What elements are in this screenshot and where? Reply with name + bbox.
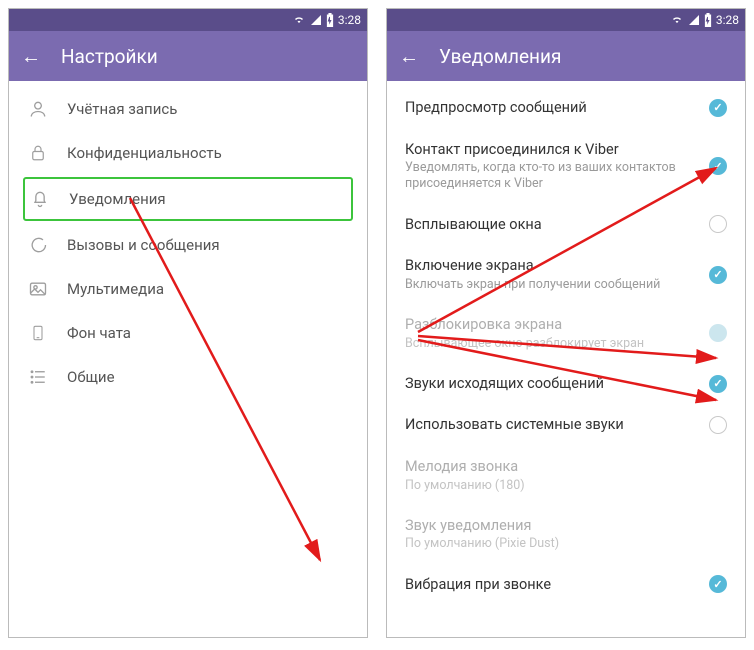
status-time: 3:28 <box>338 13 361 27</box>
lock-icon <box>27 142 49 164</box>
item-label: Мультимедиа <box>67 280 164 298</box>
item-general[interactable]: Общие <box>9 355 367 399</box>
status-bar: 3:28 <box>9 9 367 31</box>
checkbox[interactable] <box>709 157 727 175</box>
checkbox[interactable] <box>709 266 727 284</box>
setting-subtitle: Уведомлять, когда кто-то из ваших контак… <box>405 160 699 193</box>
item-media[interactable]: Мультимедиа <box>9 267 367 311</box>
item-notifications[interactable]: Уведомления <box>23 177 353 221</box>
settings-list: Учётная запись Конфиденциальность Уведом… <box>9 81 367 405</box>
checkbox[interactable] <box>709 375 727 393</box>
list-icon <box>27 366 49 388</box>
user-icon <box>27 98 49 120</box>
setting-system-sounds[interactable]: Использовать системные звуки <box>387 404 745 446</box>
wifi-icon <box>292 14 306 26</box>
setting-unlock: Разблокировка экрана Всплывающее окно ра… <box>387 304 745 363</box>
item-label: Общие <box>67 368 115 386</box>
setting-title: Использовать системные звуки <box>405 415 699 435</box>
bell-icon <box>29 188 51 210</box>
phone-notifications: 3:28 ← Уведомления Предпросмотр сообщени… <box>386 8 746 638</box>
setting-title: Звуки исходящих сообщений <box>405 374 699 394</box>
page-title: Уведомления <box>439 45 561 68</box>
setting-ringtone: Мелодия звонка По умолчанию (180) <box>387 446 745 505</box>
setting-outgoing-sounds[interactable]: Звуки исходящих сообщений <box>387 363 745 405</box>
status-time: 3:28 <box>716 13 739 27</box>
item-account[interactable]: Учётная запись <box>9 87 367 131</box>
item-calls[interactable]: Вызовы и сообщения <box>9 223 367 267</box>
checkbox <box>709 324 727 342</box>
phone-settings: 3:28 ← Настройки Учётная запись Конфиден… <box>8 8 368 638</box>
item-label: Конфиденциальность <box>67 144 222 162</box>
setting-subtitle: По умолчанию (Pixie Dust) <box>405 536 717 552</box>
image-icon <box>27 278 49 300</box>
wifi-icon <box>670 14 684 26</box>
status-bar: 3:28 <box>387 9 745 31</box>
checkbox[interactable] <box>709 99 727 117</box>
back-icon[interactable]: ← <box>21 44 41 69</box>
setting-title: Звук уведомления <box>405 516 717 536</box>
setting-title: Вибрация при звонке <box>405 575 699 595</box>
setting-subtitle: По умолчанию (180) <box>405 478 717 494</box>
checkbox[interactable] <box>709 416 727 434</box>
item-label: Вызовы и сообщения <box>67 236 220 254</box>
setting-call-vibrate[interactable]: Вибрация при звонке <box>387 564 745 606</box>
item-privacy[interactable]: Конфиденциальность <box>9 131 367 175</box>
setting-title: Предпросмотр сообщений <box>405 98 699 118</box>
item-label: Фон чата <box>67 324 131 342</box>
setting-popups[interactable]: Всплывающие окна <box>387 204 745 246</box>
phone-frame-icon <box>27 322 49 344</box>
checkbox[interactable] <box>709 575 727 593</box>
page-title: Настройки <box>61 45 158 68</box>
signal-icon <box>310 14 322 26</box>
setting-title: Мелодия звонка <box>405 457 717 477</box>
item-label: Уведомления <box>69 190 166 208</box>
setting-preview[interactable]: Предпросмотр сообщений <box>387 87 745 129</box>
battery-icon <box>704 13 712 27</box>
item-background[interactable]: Фон чата <box>9 311 367 355</box>
setting-title: Разблокировка экрана <box>405 315 699 335</box>
app-bar: ← Настройки <box>9 31 367 81</box>
chat-icon <box>27 234 49 256</box>
setting-contact-joined[interactable]: Контакт присоединился к Viber Уведомлять… <box>387 129 745 204</box>
battery-icon <box>326 13 334 27</box>
checkbox[interactable] <box>709 215 727 233</box>
setting-title: Контакт присоединился к Viber <box>405 140 699 160</box>
setting-notification-sound: Звук уведомления По умолчанию (Pixie Dus… <box>387 505 745 564</box>
back-icon[interactable]: ← <box>399 44 419 69</box>
notification-settings: Предпросмотр сообщений Контакт присоедин… <box>387 81 745 611</box>
setting-title: Всплывающие окна <box>405 215 699 235</box>
signal-icon <box>688 14 700 26</box>
app-bar: ← Уведомления <box>387 31 745 81</box>
setting-subtitle: Всплывающее окно разблокирует экран <box>405 336 699 352</box>
setting-title: Включение экрана <box>405 256 699 276</box>
setting-screen-on[interactable]: Включение экрана Включать экран при полу… <box>387 245 745 304</box>
item-label: Учётная запись <box>67 100 177 118</box>
setting-subtitle: Включать экран при получении сообщений <box>405 277 699 293</box>
